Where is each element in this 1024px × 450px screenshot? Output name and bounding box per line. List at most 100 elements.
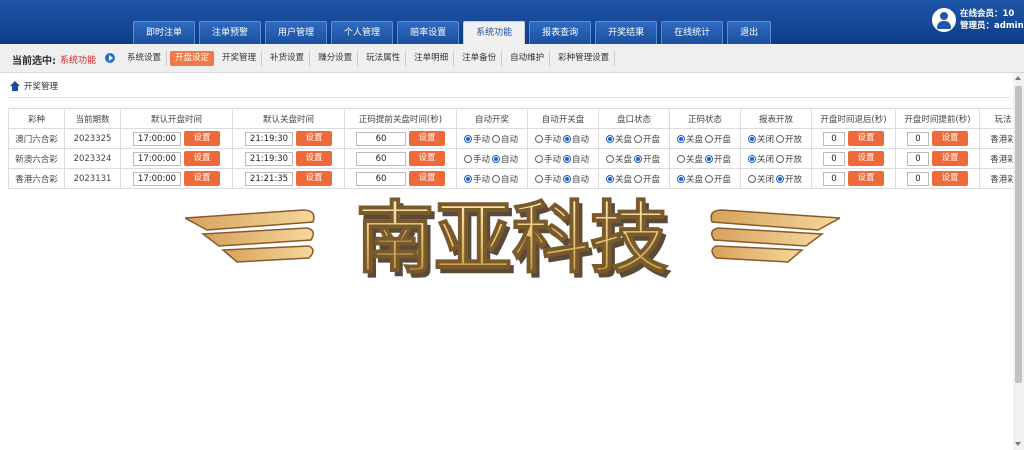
auto-draw-option[interactable]: 手动 bbox=[463, 174, 490, 185]
set-button[interactable]: 设置 bbox=[409, 131, 445, 146]
radio-button[interactable] bbox=[634, 174, 642, 183]
radio-button[interactable] bbox=[605, 154, 614, 163]
advance-seconds-input[interactable]: 60 bbox=[356, 151, 406, 166]
sub-tab[interactable]: 注单备份 bbox=[457, 51, 503, 66]
nav-tab[interactable]: 系统功能 bbox=[463, 21, 526, 44]
radio-button[interactable] bbox=[463, 134, 472, 143]
radio-button[interactable] bbox=[705, 154, 713, 163]
zheng-status-option[interactable]: 关盘 bbox=[676, 154, 703, 165]
radio-button[interactable] bbox=[563, 154, 571, 163]
radio-button[interactable] bbox=[747, 134, 756, 143]
radio-button[interactable] bbox=[534, 174, 543, 183]
radio-button[interactable] bbox=[676, 134, 685, 143]
sub-tab[interactable]: 自动维护 bbox=[505, 51, 551, 66]
zheng-status-option[interactable]: 开盘 bbox=[705, 154, 731, 165]
home-icon[interactable] bbox=[10, 81, 20, 91]
market-status-option[interactable]: 开盘 bbox=[634, 134, 660, 145]
market-status-option[interactable]: 关盘 bbox=[605, 154, 632, 165]
radio-button[interactable] bbox=[705, 134, 713, 143]
delay-seconds-input[interactable]: 0 bbox=[823, 171, 845, 186]
radio-button[interactable] bbox=[747, 154, 756, 163]
report-open-option[interactable]: 关闭 bbox=[747, 174, 774, 185]
report-open-option[interactable]: 开放 bbox=[776, 174, 802, 185]
radio-button[interactable] bbox=[705, 174, 713, 183]
report-open-option[interactable]: 关闭 bbox=[747, 154, 774, 165]
open-time-input[interactable]: 17:00:00 bbox=[133, 171, 181, 186]
radio-button[interactable] bbox=[563, 134, 571, 143]
set-button[interactable]: 设置 bbox=[296, 171, 332, 186]
radio-button[interactable] bbox=[776, 174, 784, 183]
nav-tab[interactable]: 赔率设置 bbox=[397, 21, 460, 44]
advance-seconds-input[interactable]: 60 bbox=[356, 131, 406, 146]
set-button[interactable]: 设置 bbox=[932, 151, 968, 166]
auto-switch-option[interactable]: 手动 bbox=[534, 134, 561, 145]
set-button[interactable]: 设置 bbox=[184, 171, 220, 186]
radio-button[interactable] bbox=[605, 174, 614, 183]
close-time-input[interactable]: 21:21:35 bbox=[245, 171, 293, 186]
auto-draw-option[interactable]: 自动 bbox=[492, 174, 518, 185]
market-status-option[interactable]: 开盘 bbox=[634, 174, 660, 185]
radio-button[interactable] bbox=[776, 154, 784, 163]
close-time-input[interactable]: 21:19:30 bbox=[245, 151, 293, 166]
open-time-input[interactable]: 17:00:00 bbox=[133, 151, 181, 166]
early-seconds-input[interactable]: 0 bbox=[907, 131, 929, 146]
open-time-input[interactable]: 17:00:00 bbox=[133, 131, 181, 146]
radio-button[interactable] bbox=[605, 134, 614, 143]
radio-button[interactable] bbox=[747, 174, 756, 183]
auto-draw-option[interactable]: 自动 bbox=[492, 154, 518, 165]
sub-tab[interactable]: 赚分设置 bbox=[313, 51, 359, 66]
nav-tab[interactable]: 开奖结果 bbox=[595, 21, 658, 44]
nav-tab[interactable]: 退出 bbox=[727, 21, 772, 44]
auto-switch-option[interactable]: 手动 bbox=[534, 154, 561, 165]
zheng-status-option[interactable]: 关盘 bbox=[676, 134, 703, 145]
nav-tab[interactable]: 个人管理 bbox=[331, 21, 394, 44]
set-button[interactable]: 设置 bbox=[932, 171, 968, 186]
radio-button[interactable] bbox=[492, 134, 500, 143]
report-open-option[interactable]: 开放 bbox=[776, 154, 802, 165]
set-button[interactable]: 设置 bbox=[409, 171, 445, 186]
auto-switch-option[interactable]: 自动 bbox=[563, 174, 589, 185]
auto-draw-option[interactable]: 自动 bbox=[492, 134, 518, 145]
zheng-status-option[interactable]: 关盘 bbox=[676, 174, 703, 185]
radio-button[interactable] bbox=[634, 154, 642, 163]
market-status-option[interactable]: 关盘 bbox=[605, 134, 632, 145]
sub-tab[interactable]: 开盘设定 bbox=[170, 51, 215, 66]
radio-button[interactable] bbox=[492, 154, 500, 163]
radio-button[interactable] bbox=[676, 154, 685, 163]
early-seconds-input[interactable]: 0 bbox=[907, 171, 929, 186]
delay-seconds-input[interactable]: 0 bbox=[823, 151, 845, 166]
sub-tab[interactable]: 补货设置 bbox=[265, 51, 311, 66]
report-open-option[interactable]: 关闭 bbox=[747, 134, 774, 145]
scroll-down-icon[interactable] bbox=[1013, 439, 1024, 450]
nav-tab[interactable]: 即时注单 bbox=[133, 21, 196, 44]
set-button[interactable]: 设置 bbox=[848, 151, 884, 166]
set-button[interactable]: 设置 bbox=[296, 151, 332, 166]
radio-button[interactable] bbox=[563, 174, 571, 183]
radio-button[interactable] bbox=[634, 134, 642, 143]
zheng-status-option[interactable]: 开盘 bbox=[705, 174, 731, 185]
set-button[interactable]: 设置 bbox=[184, 151, 220, 166]
scroll-up-icon[interactable] bbox=[1013, 73, 1024, 84]
zheng-status-option[interactable]: 开盘 bbox=[705, 134, 731, 145]
radio-button[interactable] bbox=[534, 154, 543, 163]
sub-tab[interactable]: 彩种管理设置 bbox=[553, 51, 616, 66]
delay-seconds-input[interactable]: 0 bbox=[823, 131, 845, 146]
auto-draw-option[interactable]: 手动 bbox=[463, 134, 490, 145]
early-seconds-input[interactable]: 0 bbox=[907, 151, 929, 166]
auto-switch-option[interactable]: 自动 bbox=[563, 154, 589, 165]
radio-button[interactable] bbox=[676, 174, 685, 183]
auto-switch-option[interactable]: 自动 bbox=[563, 134, 589, 145]
radio-button[interactable] bbox=[776, 134, 784, 143]
advance-seconds-input[interactable]: 60 bbox=[356, 171, 406, 186]
scrollbar-thumb[interactable] bbox=[1015, 86, 1022, 383]
sub-tab[interactable]: 系统设置 bbox=[122, 51, 168, 66]
set-button[interactable]: 设置 bbox=[409, 151, 445, 166]
set-button[interactable]: 设置 bbox=[932, 131, 968, 146]
radio-button[interactable] bbox=[463, 174, 472, 183]
set-button[interactable]: 设置 bbox=[848, 131, 884, 146]
nav-tab[interactable]: 报表查询 bbox=[529, 21, 592, 44]
sub-tab[interactable]: 开奖管理 bbox=[217, 51, 263, 66]
market-status-option[interactable]: 关盘 bbox=[605, 174, 632, 185]
set-button[interactable]: 设置 bbox=[296, 131, 332, 146]
radio-button[interactable] bbox=[492, 174, 500, 183]
